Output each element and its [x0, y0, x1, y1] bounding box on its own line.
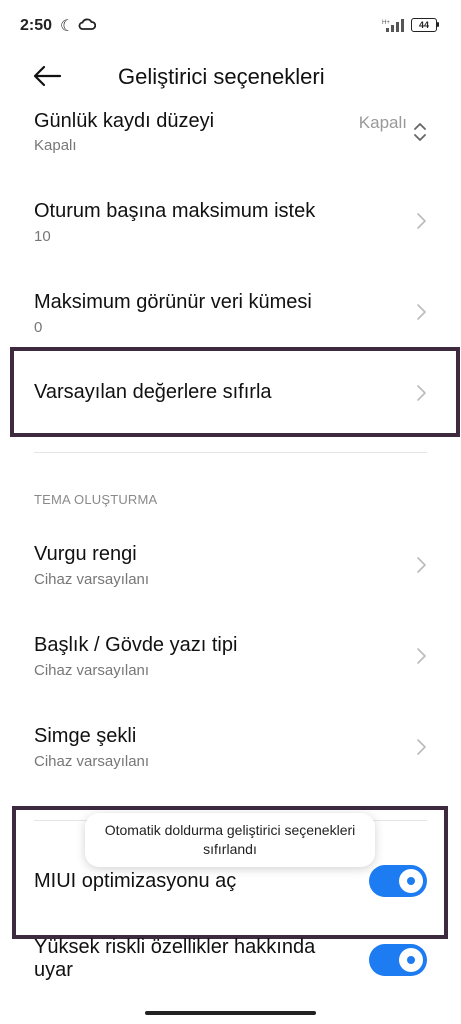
svg-text:H+: H+: [382, 20, 390, 26]
icon-shape-row[interactable]: Simge şekli Cihaz varsayılanı: [0, 725, 461, 775]
dropdown-value[interactable]: Kapalı: [359, 113, 407, 133]
chevron-right-icon: [417, 557, 426, 573]
max-visible-dataset-row[interactable]: Maksimum görünür veri kümesi 0: [0, 291, 461, 351]
log-level-row[interactable]: Günlük kaydı düzeyi Kapalı Kapalı: [0, 110, 461, 170]
row-subtitle: 10: [34, 228, 51, 245]
clock: 2:50: [20, 17, 53, 34]
chevron-right-icon: [417, 213, 426, 229]
chevron-right-icon: [417, 385, 426, 401]
divider: [34, 452, 427, 453]
chevron-right-icon: [417, 648, 426, 664]
high-risk-warning-toggle[interactable]: [369, 944, 427, 976]
back-arrow-icon[interactable]: [32, 64, 62, 88]
battery-icon: 44: [411, 18, 439, 32]
row-subtitle: 0: [34, 319, 43, 336]
accent-color-row[interactable]: Vurgu rengi Cihaz varsayılanı: [0, 543, 461, 593]
page-title: Geliştirici seçenekleri: [118, 64, 325, 89]
section-header: TEMA OLUŞTURMA: [34, 492, 158, 507]
miui-optimization-toggle[interactable]: [369, 865, 427, 897]
row-subtitle: Cihaz varsayılanı: [34, 753, 150, 770]
row-title: Maksimum görünür veri kümesi: [34, 291, 312, 313]
home-indicator[interactable]: [145, 1011, 316, 1015]
miui-optimization-row[interactable]: MIUI optimizasyonu aç: [0, 865, 461, 902]
row-title: Simge şekli: [34, 725, 137, 747]
row-title: Yüksek riskli özellikler hakkında uyar: [34, 936, 316, 981]
cloud-icon: [78, 18, 96, 30]
row-title: Varsayılan değerlere sıfırla: [34, 381, 272, 403]
app-header: Geliştirici seçenekleri: [0, 56, 461, 100]
row-subtitle: Cihaz varsayılanı: [34, 571, 150, 588]
chevron-right-icon: [417, 739, 426, 755]
row-title: Günlük kaydı düzeyi: [34, 110, 215, 132]
row-title: MIUI optimizasyonu aç: [34, 870, 237, 892]
toast-message: Otomatik doldurma geliştirici seçenekler…: [85, 813, 375, 867]
high-risk-warning-row[interactable]: Yüksek riskli özellikler hakkında uyar: [0, 936, 461, 986]
up-down-chevron-icon: [414, 123, 426, 141]
row-title: Vurgu rengi: [34, 543, 137, 565]
signal-icon: H+: [382, 19, 404, 32]
row-title: Oturum başına maksimum istek: [34, 200, 316, 222]
row-subtitle: Cihaz varsayılanı: [34, 662, 150, 679]
status-bar: 2:50 ☾ H+ 44: [0, 0, 461, 56]
max-requests-row[interactable]: Oturum başına maksimum istek 10: [0, 200, 461, 260]
reset-defaults-row[interactable]: Varsayılan değerlere sıfırla: [0, 381, 461, 411]
moon-icon: ☾: [60, 18, 75, 35]
row-subtitle: Kapalı: [34, 137, 77, 154]
row-title: Başlık / Gövde yazı tipi: [34, 634, 238, 656]
font-row[interactable]: Başlık / Gövde yazı tipi Cihaz varsayıla…: [0, 634, 461, 684]
chevron-right-icon: [417, 304, 426, 320]
